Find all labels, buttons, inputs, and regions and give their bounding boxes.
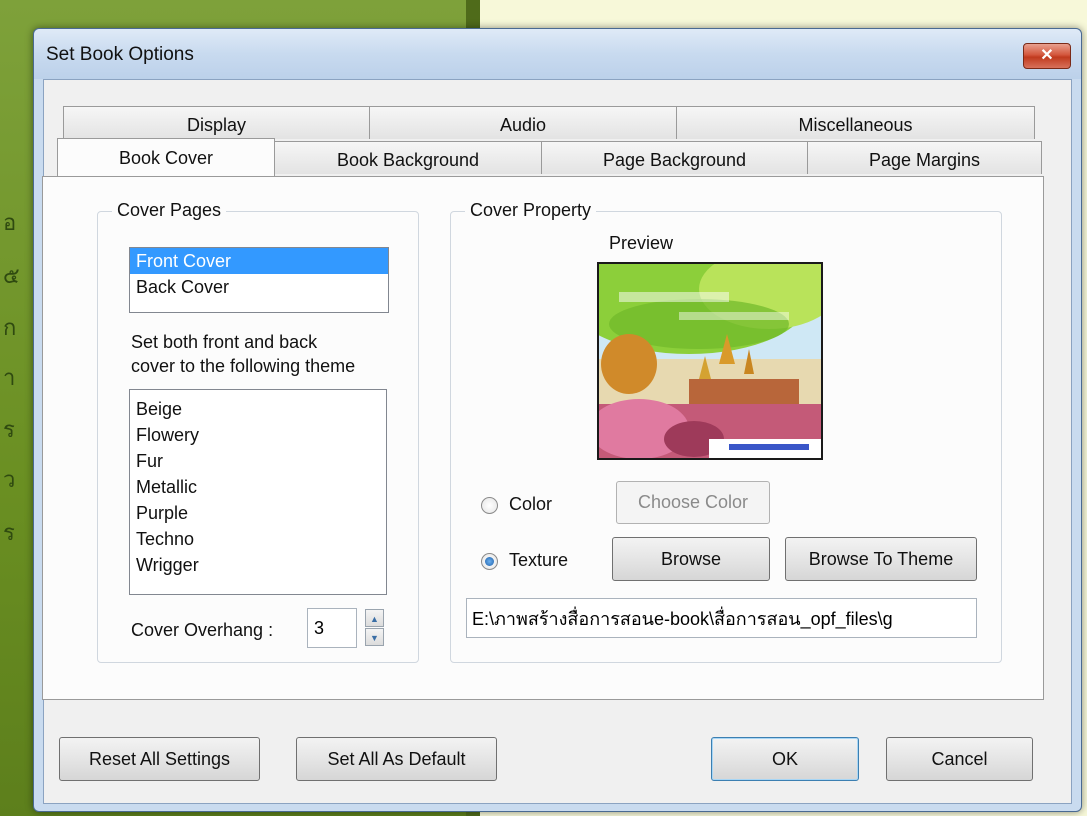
cancel-button[interactable]: Cancel [886,737,1033,781]
browse-button[interactable]: Browse [612,537,770,581]
background-text-fragment: ๕ [3,264,20,289]
tab-row-bottom: Book Cover Book Background Page Backgrou… [57,138,1042,176]
list-item[interactable]: Metallic [130,474,386,500]
tab-book-cover[interactable]: Book Cover [57,138,275,176]
tab-page-background[interactable]: Page Background [541,141,808,174]
texture-radio-label: Texture [509,550,569,570]
preview-label: Preview [609,233,674,253]
list-item[interactable]: Fur [130,448,386,474]
set-all-as-default-button[interactable]: Set All As Default [296,737,497,781]
tab-book-background[interactable]: Book Background [274,141,542,174]
button-label: Set All As Default [327,749,466,769]
button-label: Reset All Settings [88,749,231,769]
title-bar[interactable]: Set Book Options ✕ [34,29,1081,79]
button-label: Cancel [931,749,988,769]
list-item[interactable]: Wrigger [130,552,386,578]
cover-overhang-label: Cover Overhang : [131,620,274,640]
reset-all-settings-button[interactable]: Reset All Settings [59,737,260,781]
tab-label: Audio [499,115,547,135]
tab-display[interactable]: Display [63,106,370,139]
theme-list[interactable]: Beige Flowery Fur Metallic Purple Techno… [129,389,387,595]
background-text-fragment: อ [3,211,17,236]
background-text-fragment: ว [3,468,16,493]
group-label: Cover Pages [112,200,227,221]
cover-preview-illustration [599,264,821,458]
list-item-front-cover[interactable]: Front Cover [130,248,388,274]
arrow-up-icon: ▲ [370,614,379,624]
cover-preview-image [597,262,823,460]
list-item[interactable]: Flowery [130,422,386,448]
dialog-title: Set Book Options [46,44,194,65]
texture-radio[interactable] [481,553,498,570]
color-radio[interactable] [481,497,498,514]
cover-overhang-input[interactable]: 3 [307,608,357,648]
list-item[interactable]: Purple [130,500,386,526]
browse-to-theme-button[interactable]: Browse To Theme [785,537,977,581]
theme-prompt-line2: cover to the following theme [131,356,356,376]
background-text-fragment: า [3,366,16,391]
button-label: OK [771,749,798,769]
background-text-fragment: ร [3,418,15,443]
tab-miscellaneous[interactable]: Miscellaneous [676,106,1035,139]
tab-label: Book Background [336,150,480,170]
choose-color-button[interactable]: Choose Color [616,481,770,524]
theme-prompt-line1: Set both front and back [131,332,318,352]
button-label: Choose Color [637,492,749,512]
cover-pages-list[interactable]: Front Cover Back Cover [129,247,389,313]
background-text-fragment: ก [3,316,17,341]
texture-path-field[interactable]: E:\ภาพสร้างสื่อการสอนe-book\สื่อการสอน_o… [466,598,977,638]
tab-label: Page Margins [868,150,981,170]
arrow-down-icon: ▼ [370,633,379,643]
tab-row-top: Display Audio Miscellaneous [63,106,1035,141]
list-item[interactable]: Beige [130,396,386,422]
group-label: Cover Property [465,200,597,221]
list-item-back-cover[interactable]: Back Cover [130,274,388,300]
tab-label: Miscellaneous [798,115,913,135]
close-icon: ✕ [1040,47,1054,64]
spin-down-button[interactable]: ▼ [365,628,384,646]
list-item[interactable]: Techno [130,526,386,552]
tab-label: Page Background [602,150,747,170]
tab-label: Book Cover [118,148,214,168]
button-label: Browse [660,549,722,569]
tab-audio[interactable]: Audio [369,106,677,139]
ok-button[interactable]: OK [711,737,859,781]
close-button[interactable]: ✕ [1023,43,1071,69]
button-label: Browse To Theme [808,549,954,569]
color-radio-label: Color [509,494,553,514]
background-text-fragment: ร [3,521,15,546]
tab-label: Display [186,115,247,135]
spin-up-button[interactable]: ▲ [365,609,384,627]
tab-page-margins[interactable]: Page Margins [807,141,1042,174]
